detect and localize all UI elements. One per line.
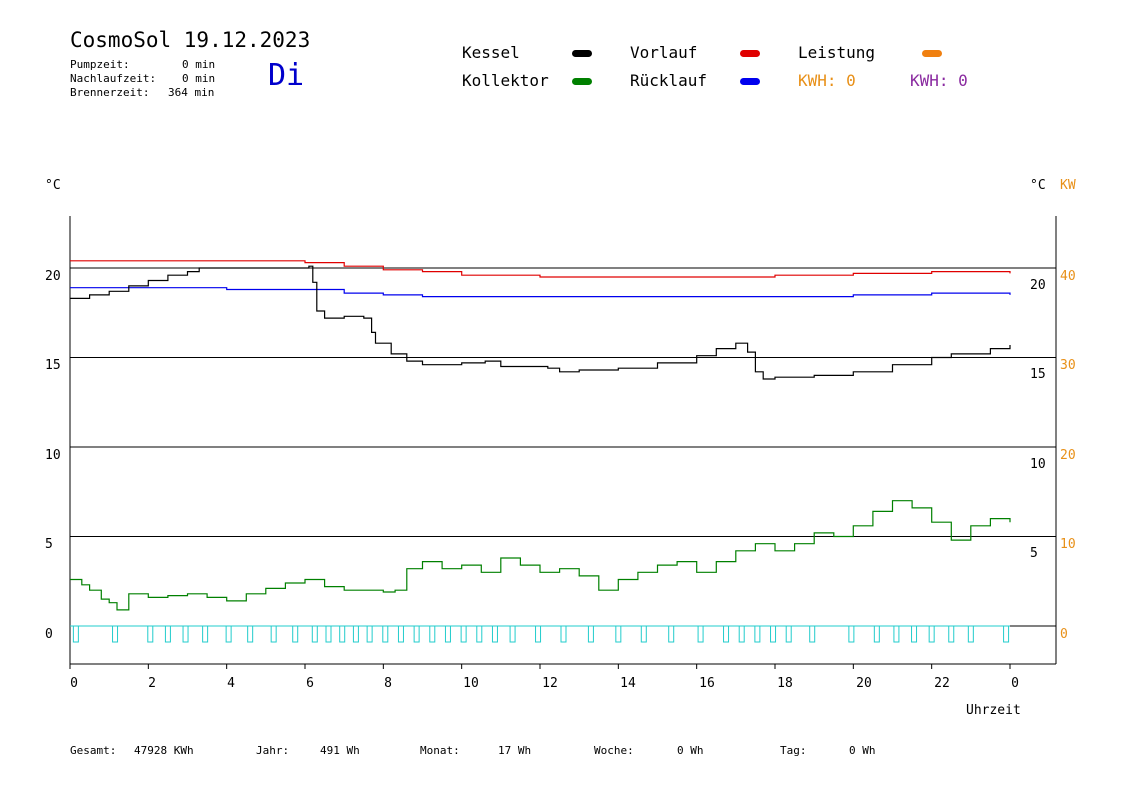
x-tick-18: 18 xyxy=(777,676,793,691)
left-tick-15: 15 xyxy=(45,358,61,373)
x-tick-2: 2 xyxy=(148,676,156,691)
x-axis-label: Uhrzeit xyxy=(966,703,1021,718)
pump-pulse xyxy=(270,625,277,643)
pump-pulse xyxy=(247,625,254,643)
pump-pulse xyxy=(587,625,594,643)
pump-pulse xyxy=(339,625,346,643)
x-tick-22: 22 xyxy=(934,676,950,691)
pump-pulse xyxy=(809,625,816,643)
pump-pulse xyxy=(785,625,792,643)
pump-pulse xyxy=(112,625,119,643)
series-kollektor xyxy=(70,500,1011,611)
footer-day-label: Tag: xyxy=(780,744,807,757)
pump-pulse xyxy=(967,625,974,643)
pump-pulse xyxy=(72,625,79,643)
pump-pulse xyxy=(182,625,189,643)
footer-day-value: 0 Wh xyxy=(849,744,876,757)
x-tick-10: 10 xyxy=(463,676,479,691)
x-tick-0: 0 xyxy=(70,676,78,691)
right-kw-tick-0: 0 xyxy=(1060,627,1068,642)
pump-pulse xyxy=(292,625,299,643)
series-ruecklauf xyxy=(70,287,1011,298)
x-tick-24: 0 xyxy=(1011,676,1019,691)
left-tick-0: 0 xyxy=(45,627,53,642)
right-kw-tick-30: 30 xyxy=(1060,358,1076,373)
pump-pulse xyxy=(738,625,745,643)
pump-pulse xyxy=(668,625,675,643)
pump-pulse xyxy=(147,625,154,643)
x-tick-16: 16 xyxy=(699,676,715,691)
pump-pulse xyxy=(476,625,483,643)
pump-pulse xyxy=(202,625,209,643)
pump-pulse xyxy=(429,625,436,643)
pump-pulse xyxy=(640,625,647,643)
x-tick-20: 20 xyxy=(856,676,872,691)
pump-pulse xyxy=(911,625,918,643)
chart-canvas: 20 15 10 5 0 20 15 10 5 40 30 20 10 0 0 … xyxy=(45,216,1076,718)
pump-pulse xyxy=(928,625,935,643)
left-tick-10: 10 xyxy=(45,448,61,463)
pump-pulse xyxy=(509,625,516,643)
pump-pulse xyxy=(366,625,373,643)
pump-pulse xyxy=(460,625,467,643)
pump-pulse xyxy=(754,625,761,643)
x-tick-4: 4 xyxy=(227,676,235,691)
pump-pulse xyxy=(225,625,232,643)
footer-year-label: Jahr: xyxy=(256,744,290,757)
right-kw-tick-40: 40 xyxy=(1060,269,1076,284)
pump-pulse xyxy=(723,625,730,643)
right-temp-tick-5: 5 xyxy=(1030,546,1038,561)
right-temp-tick-10: 10 xyxy=(1030,457,1046,472)
footer-total-value: 47928 KWh xyxy=(134,744,194,757)
right-temp-tick-15: 15 xyxy=(1030,367,1046,382)
series-vorlauf xyxy=(70,260,1011,278)
footer-year-value: 491 Wh xyxy=(320,744,360,757)
footer-month-value: 17 Wh xyxy=(498,744,532,757)
pump-pulse xyxy=(560,625,567,643)
pump-pulse xyxy=(948,625,955,643)
x-tick-6: 6 xyxy=(306,676,314,691)
pump-pulse xyxy=(397,625,404,643)
right-kw-tick-20: 20 xyxy=(1060,448,1076,463)
x-tick-14: 14 xyxy=(620,676,636,691)
footer-total-label: Gesamt: xyxy=(70,744,117,757)
x-tick-12: 12 xyxy=(542,676,558,691)
footer-week-value: 0 Wh xyxy=(677,744,704,757)
pump-pulse xyxy=(848,625,855,643)
pump-pulse xyxy=(413,625,420,643)
footer-month-label: Monat: xyxy=(420,744,460,757)
pump-pulse xyxy=(311,625,318,643)
pump-pulse xyxy=(382,625,389,643)
pump-pulse xyxy=(893,625,900,643)
left-tick-5: 5 xyxy=(45,537,53,552)
pump-pulse xyxy=(325,625,332,643)
left-tick-20: 20 xyxy=(45,269,61,284)
pump-pulse xyxy=(444,625,451,643)
pump-pulse xyxy=(491,625,498,643)
pump-pulse xyxy=(352,625,359,643)
series-kessel xyxy=(70,265,1011,380)
pump-pulse xyxy=(770,625,777,643)
pump-pulse xyxy=(1003,625,1010,643)
pump-pulse xyxy=(697,625,704,643)
right-temp-tick-20: 20 xyxy=(1030,278,1046,293)
footer-week-label: Woche: xyxy=(594,744,634,757)
pump-pulse xyxy=(164,625,171,643)
right-kw-tick-10: 10 xyxy=(1060,537,1076,552)
pump-pulse xyxy=(535,625,542,643)
pump-pulse xyxy=(873,625,880,643)
x-tick-8: 8 xyxy=(384,676,392,691)
pump-pulse xyxy=(615,625,622,643)
